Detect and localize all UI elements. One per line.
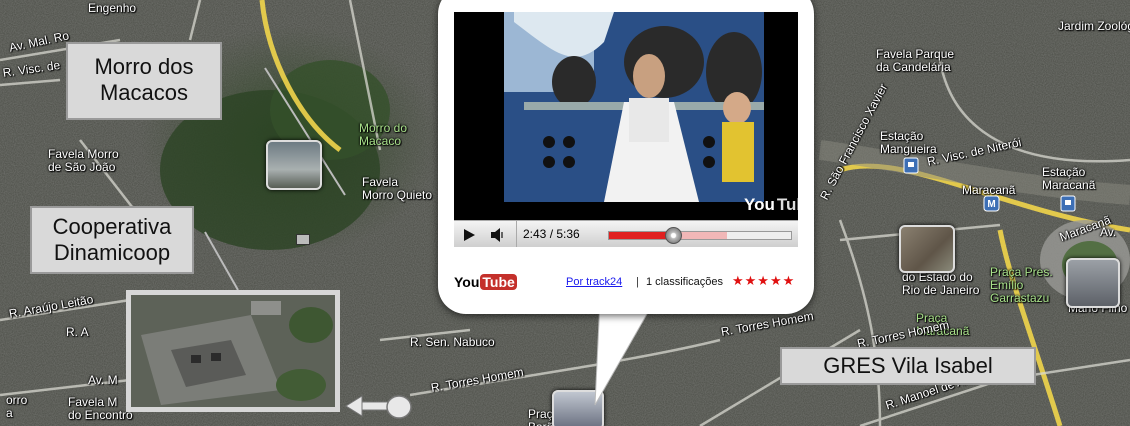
map-label-r-sen-nabuco: R. Sen. Nabuco [410, 335, 495, 349]
play-icon [464, 228, 475, 241]
map-photo-thumbnail[interactable] [1066, 258, 1120, 308]
map-marker-small[interactable] [296, 234, 310, 245]
map-label-maracana: Maracanã [962, 183, 1016, 197]
video-info-window[interactable]: YouTube 2:43 / 5:36 YouTube Por track24 … [438, 0, 814, 314]
train-station-icon[interactable] [1060, 195, 1076, 212]
volume-button[interactable] [486, 221, 510, 247]
footer-separator: | [636, 276, 639, 288]
youtube-logo[interactable]: You Tube [454, 274, 517, 290]
map-label-favela-morro-quieto: Favela Morro Quieto [362, 175, 433, 202]
map-photo-thumbnail[interactable] [266, 140, 322, 190]
seek-bar[interactable] [608, 227, 792, 244]
map-label-favela-morro-sao-joao: Favela Morro de São João [48, 147, 119, 174]
map-label-praca-pres-emilio: Praça Pres. Emílio Garrastazu [990, 265, 1053, 305]
time-display: 2:43 / 5:36 [516, 221, 593, 247]
volume-icon [491, 227, 503, 242]
map-label-engenho: Engenho [88, 1, 137, 15]
author-link[interactable]: Por track24 [566, 276, 622, 288]
cooperativa-aerial-photo[interactable] [126, 290, 340, 412]
callout-cooperativa-dinamicoop: Cooperativa Dinamicoop [30, 206, 194, 274]
play-button[interactable] [454, 221, 484, 247]
map-label-praca-bottom: Praç Barã [528, 407, 553, 426]
map-photo-thumbnail[interactable] [899, 225, 955, 273]
map-label-favela-parque-candelaria: Favela Parque da Candelária [876, 47, 955, 74]
train-station-icon[interactable] [903, 157, 919, 174]
map-label-orro: orro a [6, 393, 28, 420]
map-label-av: Av. [1100, 225, 1117, 239]
video-info-footer: You Tube Por track24 | 1 classificações ★… [454, 273, 798, 294]
map-label-morro-do-macaco: Morro do Macaco [359, 121, 408, 148]
map-label-estacao-mangueira: Estação Mangueira [880, 129, 937, 156]
popup-pointer [594, 300, 656, 406]
callout-morro-dos-macacos: Morro dos Macacos [66, 42, 222, 120]
svg-text:M: M [987, 199, 995, 210]
seek-progress [609, 232, 673, 239]
callout-gres-vila-isabel: GRES Vila Isabel [780, 347, 1036, 385]
rating-stars: ★★★★★ [732, 273, 796, 288]
map-label-r-a: R. A [66, 325, 89, 339]
ratings-count: 1 classificações [646, 276, 724, 288]
video-controls: 2:43 / 5:36 [454, 220, 798, 247]
metro-icon[interactable]: M [983, 195, 1000, 212]
map-label-estacao-maracana: Estação Maracanã [1042, 165, 1096, 192]
video-frame-image: YouTube [454, 12, 798, 220]
map-stage[interactable]: M Engenho Av. Mal. Ro R. Visc. de Favela Mo… [0, 0, 1130, 426]
aerial-rooftop-image [131, 295, 335, 407]
youtube-watermark: YouTube [744, 195, 798, 214]
seek-knob-icon[interactable] [664, 227, 682, 244]
map-label-av-m: Av. M [88, 373, 118, 387]
map-label-jardim-zoologico: Jardim Zoológ [1058, 19, 1130, 33]
map-label-favela-m-do-encontro: Favela M do Encontro [68, 395, 133, 422]
video-player[interactable]: YouTube [454, 12, 798, 220]
